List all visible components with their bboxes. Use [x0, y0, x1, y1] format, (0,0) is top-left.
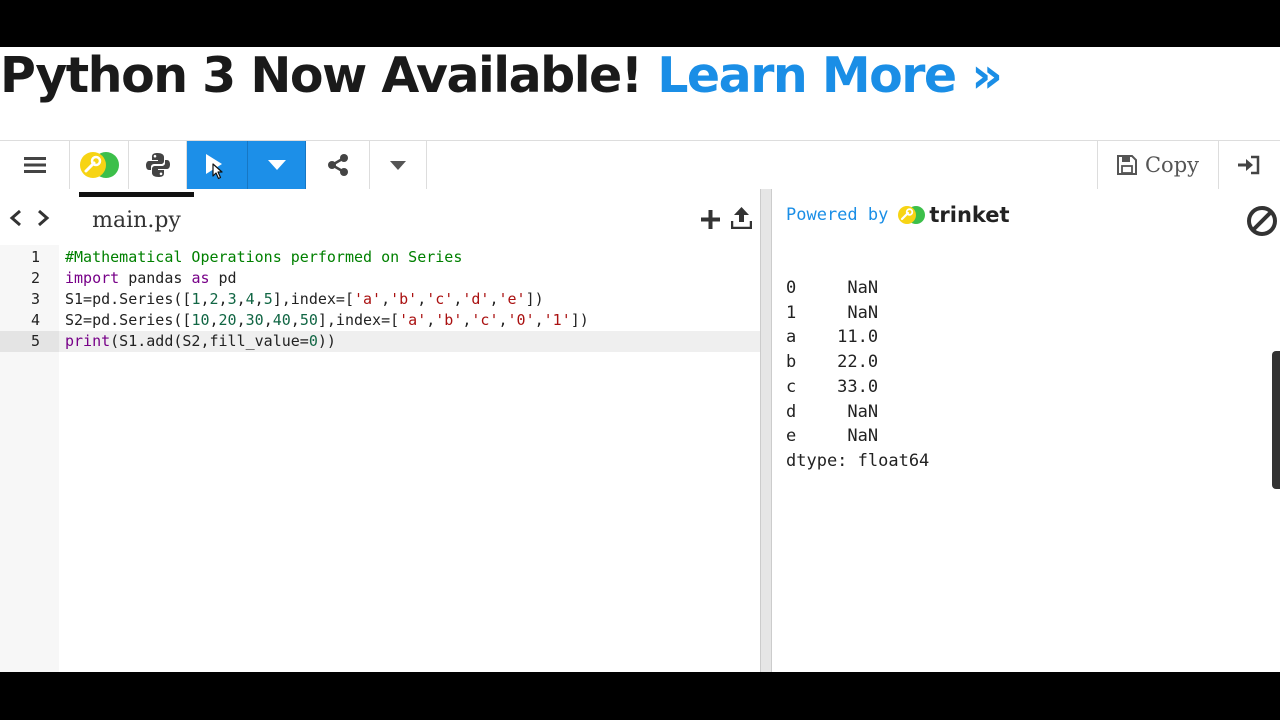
code-line: S2=pd.Series([10,20,30,40,50],index=['a'… [65, 311, 589, 329]
run-options-button[interactable] [248, 141, 306, 189]
code-editor: main.py 1 2 3 4 5 #Mathematical Operatio… [0, 189, 760, 672]
banner-prefix: Python 3 Now Available! [0, 47, 658, 104]
caret-down-icon [267, 160, 286, 170]
copy-label: Copy [1144, 153, 1200, 177]
output-line: b 22.0 [786, 352, 879, 373]
code-line: print(S1.add(S2,fill_value=0)) [65, 332, 336, 350]
file-tab-bar: main.py [0, 189, 760, 243]
announcement-banner: Python 3 Now Available! Learn More » [0, 47, 1280, 140]
output-line: e NaN [786, 426, 879, 447]
share-button[interactable] [306, 141, 370, 189]
code-line: import pandas as pd [65, 269, 237, 287]
python-icon [145, 153, 170, 177]
play-icon [206, 154, 223, 180]
upload-icon[interactable] [731, 207, 752, 229]
line-number: 3 [30, 290, 40, 308]
plus-icon[interactable] [701, 210, 720, 229]
chevron-right-icon[interactable] [36, 209, 50, 227]
code-line: #Mathematical Operations performed on Se… [65, 248, 463, 266]
floppy-disk-icon [1116, 155, 1137, 175]
more-options-button[interactable] [370, 141, 427, 189]
trinket-brand: trinket [929, 203, 1010, 227]
menu-button[interactable] [0, 141, 70, 189]
learn-more-link[interactable]: Learn More » [657, 47, 1003, 104]
login-button[interactable] [1218, 141, 1280, 189]
code-text-area[interactable]: #Mathematical Operations performed on Se… [59, 245, 760, 672]
chevron-left-icon[interactable] [9, 209, 23, 227]
copy-button[interactable]: Copy [1097, 141, 1219, 189]
line-number: 5 [0, 331, 59, 352]
toolbar: Copy [0, 140, 1280, 190]
output-line: c 33.0 [786, 376, 879, 397]
trinket-logo-icon [80, 152, 119, 178]
output-line: a 11.0 [786, 327, 879, 348]
output-line: 1 NaN [786, 302, 879, 323]
share-icon [327, 154, 348, 176]
hamburger-icon [23, 157, 46, 173]
tab-main-py[interactable]: main.py [79, 192, 194, 243]
run-button[interactable] [187, 141, 248, 189]
trinket-logo-icon [898, 206, 926, 224]
stop-icon[interactable] [1246, 205, 1278, 237]
banner-headline: Python 3 Now Available! Learn More » [0, 47, 1003, 105]
pane-splitter[interactable] [760, 189, 772, 672]
line-number: 2 [30, 269, 40, 287]
code-line: S1=pd.Series([1,2,3,4,5],index=['a','b',… [65, 290, 544, 308]
powered-by-label: Powered by [786, 205, 889, 225]
line-number: 1 [30, 248, 40, 266]
output-line: dtype: float64 [786, 450, 930, 471]
output-line: 0 NaN [786, 278, 879, 298]
output-console: Powered by trinket 0 NaN 1 NaN a 11.0 b … [772, 189, 1280, 672]
output-line: d NaN [786, 401, 879, 422]
side-scroll-handle[interactable] [1272, 351, 1280, 489]
sign-in-icon [1238, 155, 1260, 175]
trinket-logo-button[interactable] [70, 141, 129, 189]
line-number-gutter: 1 2 3 4 5 [0, 245, 59, 672]
python-button[interactable] [129, 141, 187, 189]
powered-by-trinket[interactable]: Powered by trinket [786, 203, 1010, 227]
line-number: 4 [30, 311, 40, 329]
caret-down-icon [390, 160, 406, 170]
trinket-embed: Python 3 Now Available! Learn More » Cop… [0, 47, 1280, 672]
tab-filename: main.py [92, 207, 181, 233]
